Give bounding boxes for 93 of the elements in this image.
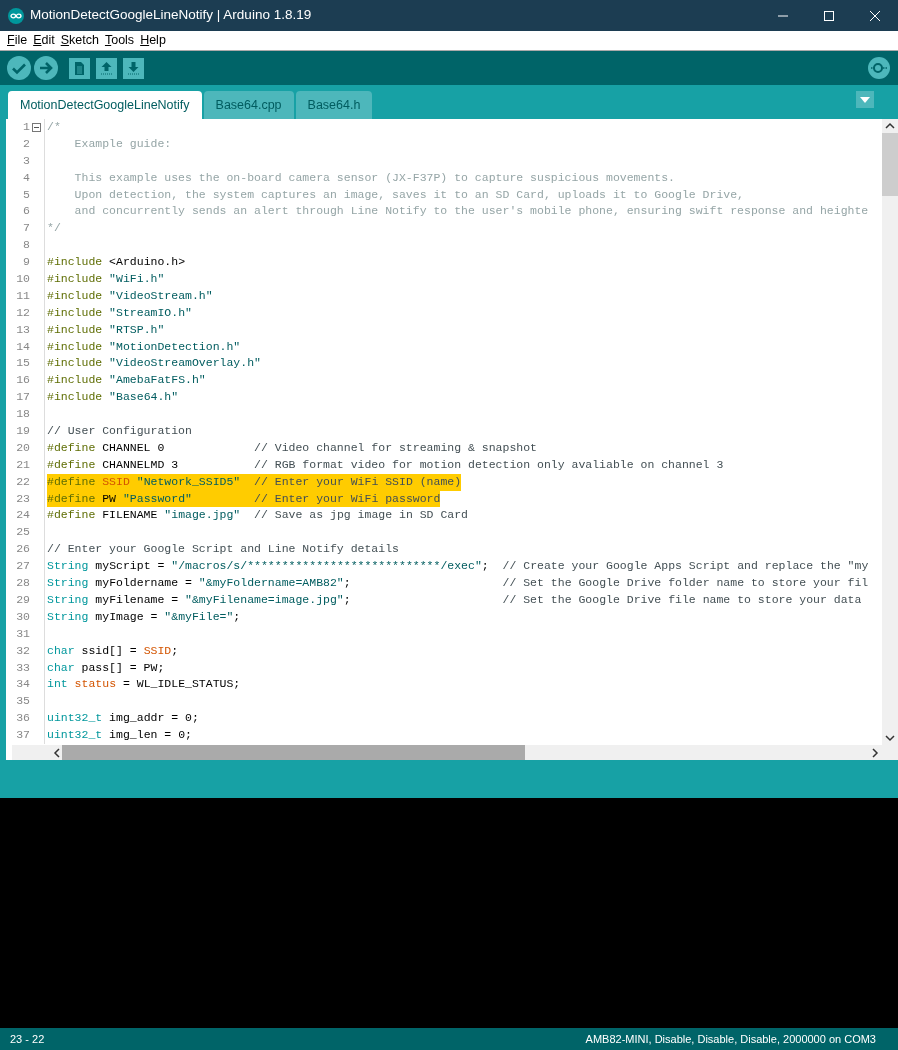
line-number: 6: [22, 203, 30, 220]
scroll-right-icon[interactable]: [870, 747, 880, 758]
cursor-position: 23 - 22: [10, 1031, 45, 1047]
file-tab[interactable]: MotionDetectGoogleLineNotify: [8, 91, 202, 119]
code-line: Upon detection, the system captures an image, saves it to an SD Card, uploads it to Google Drive,: [73, 186, 744, 203]
verify-button[interactable]: [7, 56, 31, 80]
code-line: #define CHANNELMD 3 // RGB format video for motion detection only avaliable on channel 3: [47, 456, 724, 473]
line-number: 5: [22, 186, 30, 203]
code-line: String myFoldername = "&myFoldername=AMB82"; // Set the Google Drive folder name to store your fil: [47, 575, 869, 592]
line-number: 10: [15, 271, 30, 287]
code-line: uint32_t img_addr = 0;: [47, 710, 199, 727]
line-number: 27: [15, 558, 30, 575]
line-number: 16: [15, 372, 30, 389]
line-number: 37: [15, 727, 30, 744]
line-number: 19: [15, 423, 30, 440]
line-number: 8: [22, 237, 30, 254]
line-number: 18: [15, 406, 30, 423]
line-number: 22: [15, 473, 30, 490]
line-number: 34: [15, 676, 30, 693]
line-number: 14: [15, 338, 30, 355]
line-number: 28: [15, 575, 30, 592]
menu-item[interactable]: Tools: [101, 31, 138, 50]
code-line: // Enter your Google Script and Line Notify details: [47, 541, 399, 558]
tab-menu-button[interactable]: [856, 91, 874, 108]
line-number: 15: [15, 355, 30, 372]
code-line: #include "Base64.h": [47, 389, 179, 406]
fold-icon[interactable]: [32, 122, 41, 132]
menu-item[interactable]: Sketch: [57, 31, 102, 50]
menu-item[interactable]: Edit: [30, 31, 58, 50]
board-info: AMB82-MINI, Disable, Disable, Disable, 2000000 on COM3: [585, 1031, 876, 1047]
line-number: 24: [15, 507, 30, 524]
open-button[interactable]: [96, 57, 117, 79]
line-number: 26: [15, 541, 30, 558]
code-line: String myScript = "/macros/s/****************************/exec"; // Create your Google Apps Script and replace the "my: [47, 558, 869, 575]
close-icon: [870, 10, 880, 21]
line-number: 13: [15, 321, 30, 338]
code-line: #define FILENAME "image.jpg" // Save as jpg image in SD Card: [47, 507, 468, 524]
code-line: char pass[] = PW;: [47, 659, 165, 676]
code-line: #define CHANNEL 0 // Video channel for streaming & snapshot: [47, 439, 537, 456]
line-number: 29: [15, 591, 30, 608]
code-line: #include "RTSP.h": [47, 321, 165, 338]
line-number: 23: [15, 490, 30, 507]
menu-item[interactable]: Help: [137, 31, 169, 50]
line-number: 3: [22, 152, 30, 169]
code-line: uint32_t img_len = 0;: [47, 727, 192, 744]
line-number: 25: [15, 524, 30, 541]
window-title: MotionDetectGoogleLineNotify | Arduino 1.8.19: [30, 6, 313, 25]
code-line: /*: [47, 119, 61, 135]
horizontal-scrollbar[interactable]: [12, 745, 882, 760]
line-number: 11: [15, 287, 30, 304]
app-logo-icon: [8, 7, 24, 24]
menu-item[interactable]: File: [4, 31, 31, 50]
line-number: 32: [15, 642, 30, 659]
line-number: 1: [22, 119, 30, 135]
line-number: 7: [22, 220, 30, 237]
line-number: 4: [22, 169, 30, 186]
code-line: #include "AmebaFatFS.h": [47, 372, 206, 389]
code-line: Example guide:: [73, 135, 172, 152]
code-line: */: [47, 220, 61, 237]
code-line: String myImage = "&myFile=";: [47, 608, 241, 625]
code-line: #include "WiFi.h": [47, 271, 165, 287]
serial-monitor-button[interactable]: [868, 57, 890, 79]
scroll-thumb[interactable]: [882, 133, 898, 196]
line-number: 9: [22, 254, 30, 271]
line-number: 36: [15, 710, 30, 727]
upload-button[interactable]: [34, 56, 58, 80]
line-number: 21: [15, 456, 30, 473]
new-button[interactable]: [69, 57, 90, 79]
line-number: 31: [15, 625, 30, 642]
code-line: #include "VideoStream.h": [47, 287, 213, 304]
line-number: 35: [15, 693, 30, 710]
save-button[interactable]: [123, 57, 144, 79]
line-number: 2: [22, 135, 30, 152]
line-number: 12: [15, 304, 30, 321]
vertical-scrollbar[interactable]: [882, 119, 898, 760]
code-line: This example uses the on-board camera sensor (JX-F37P) to capture suspicious movements.: [73, 169, 675, 186]
scroll-left-icon[interactable]: [52, 747, 62, 758]
maximize-icon: [824, 10, 834, 21]
code-line: #include <Arduino.h>: [47, 254, 186, 271]
code-line: and concurrently sends an alert through Line Notify to the user's mobile phone, ensuring swift response and heighte: [73, 203, 869, 220]
line-number: 33: [15, 659, 30, 676]
code-line: // User Configuration: [47, 423, 192, 440]
caret-icon: [860, 96, 870, 103]
code-line: int status = WL_IDLE_STATUS;: [47, 676, 241, 693]
line-number: 30: [15, 608, 30, 625]
code-line: char ssid[] = SSID;: [47, 642, 179, 659]
line-number: 17: [15, 389, 30, 406]
line-number: 20: [15, 439, 30, 456]
code-line: #include "VideoStreamOverlay.h": [47, 355, 261, 372]
code-line: #include "MotionDetection.h": [47, 338, 241, 355]
scroll-thumb[interactable]: [62, 745, 525, 760]
code-line: String myFilename = "&myFilename=image.jpg"; // Set the Google Drive file name to store your data: [47, 591, 862, 608]
code-line: #include "StreamIO.h": [47, 304, 192, 321]
